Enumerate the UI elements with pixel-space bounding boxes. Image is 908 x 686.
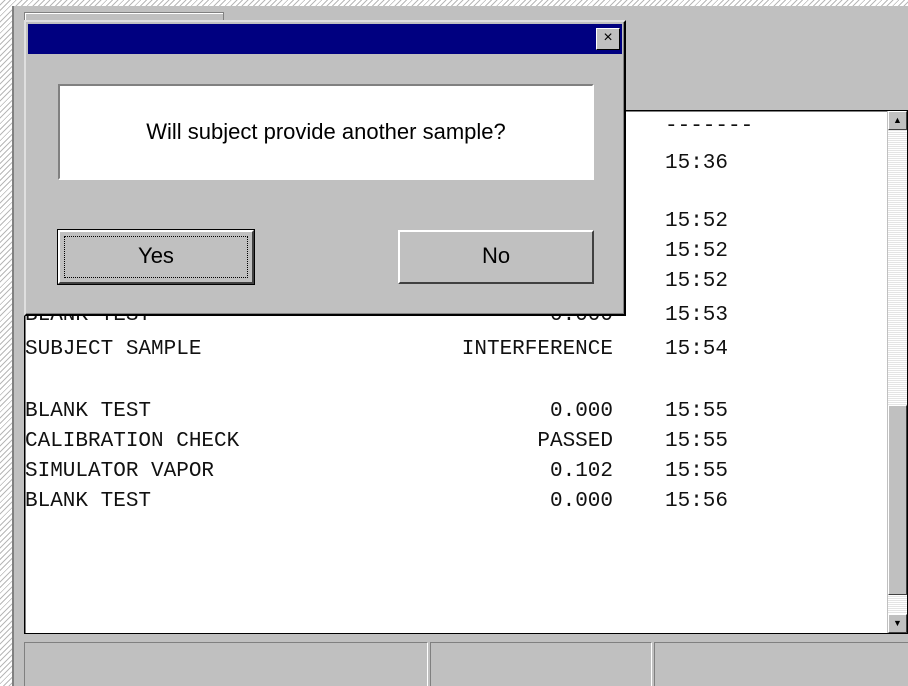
log-time: 15:56 [665,490,729,513]
vertical-scrollbar[interactable]: ▲ ▼ [887,111,907,633]
log-time: 15:52 [665,210,729,233]
log-row: SUBJECT SAMPLE INTERFERENCE 15:54 [25,335,887,365]
log-time: 15:53 [665,304,729,327]
no-button[interactable]: No [398,230,594,284]
log-time: 15:54 [665,338,729,361]
log-result: 0.000 [549,490,613,513]
log-time: 15:52 [665,270,729,293]
log-event: BLANK TEST [25,400,152,423]
log-row: SIMULATOR VAPOR 0.102 15:55 [25,457,887,487]
status-pane-1 [24,642,428,686]
log-time: 15:55 [665,460,729,483]
log-time: 15:55 [665,430,729,453]
log-result: INTERFERENCE [461,338,613,361]
desktop-hatch-left [0,0,12,686]
close-icon[interactable]: × [596,28,620,50]
log-event: CALIBRATION CHECK [25,430,240,453]
log-event: BLANK TEST [25,490,152,513]
scroll-up-icon[interactable]: ▲ [888,111,907,130]
log-row: BLANK TEST 0.000 15:55 [25,397,887,427]
scroll-thumb[interactable] [888,405,907,595]
log-row: CALIBRATION CHECK PASSED 15:55 [25,427,887,457]
confirm-dialog: × Will subject provide another sample? Y… [24,20,626,316]
log-time: 15:52 [665,240,729,263]
yes-button[interactable]: Yes [57,229,255,285]
log-event: SIMULATOR VAPOR [25,460,215,483]
dialog-titlebar[interactable]: × [28,24,622,54]
log-separator: ------- [665,115,754,138]
dialog-message: Will subject provide another sample? [58,84,594,180]
status-pane-3 [654,642,908,686]
log-result: PASSED [537,430,613,453]
log-result: 0.000 [549,400,613,423]
log-time: 15:36 [665,152,729,175]
log-event: SUBJECT SAMPLE [25,338,202,361]
log-time: 15:55 [665,400,729,423]
scroll-down-icon[interactable]: ▼ [888,614,907,633]
log-result: 0.102 [549,460,613,483]
status-pane-2 [430,642,652,686]
focus-rect [64,236,248,278]
log-row: BLANK TEST 0.000 15:56 [25,487,887,517]
